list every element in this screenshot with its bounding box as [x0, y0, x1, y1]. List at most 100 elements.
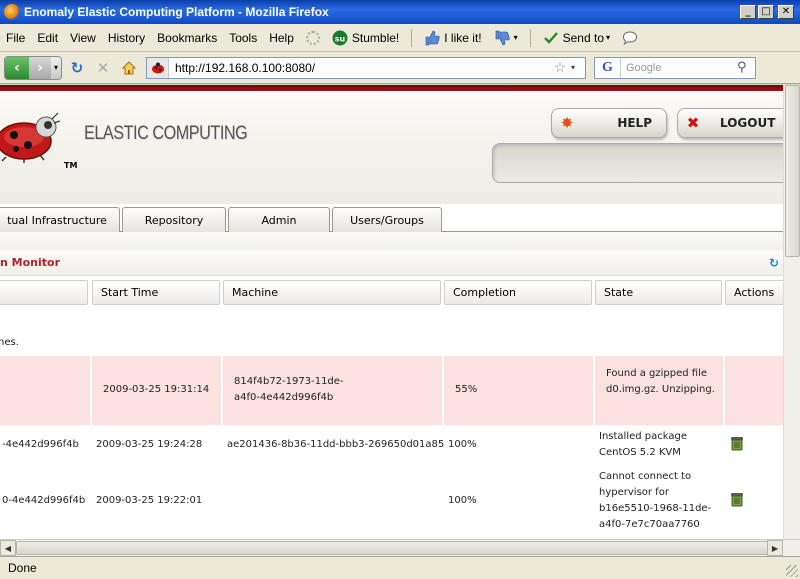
tab-virtual-infrastructure[interactable]: tual Infrastructure	[0, 207, 120, 232]
row-start-time: 2009-03-25 19:24:28	[96, 439, 203, 450]
logout-x-icon: ✖	[686, 114, 700, 132]
horizontal-scrollbar[interactable]: ◀ ▶	[0, 539, 800, 556]
navigation-toolbar: ‹ › ▾ ↻ ✕ http://192.168.0.100:8080/ ☆ ▾…	[0, 52, 800, 84]
row-machine: 814f4b72-1973-11de-a4f0-4e442d996f4b	[234, 376, 344, 403]
row-start-time: 2009-03-25 19:22:01	[96, 495, 203, 506]
send-to-icon	[543, 31, 558, 44]
back-arrow-icon: ‹	[14, 59, 20, 76]
site-favicon-icon	[147, 57, 169, 78]
url-bar[interactable]: http://192.168.0.100:8080/ ☆ ▾	[146, 56, 586, 79]
tab-users-groups[interactable]: Users/Groups	[332, 207, 442, 232]
status-bar: Done	[0, 556, 800, 579]
url-text[interactable]: http://192.168.0.100:8080/	[169, 61, 549, 75]
menu-edit[interactable]: Edit	[31, 31, 64, 45]
stop-icon[interactable]: ✕	[92, 57, 114, 79]
url-dropdown-icon[interactable]: ▾	[571, 63, 585, 72]
toolbar-separator	[411, 28, 413, 47]
row-start-time: 2009-03-25 19:31:14	[103, 384, 210, 395]
row-completion: 55%	[455, 384, 478, 395]
table-row[interactable]: 2009-03-25 19:31:14 814f4b72-1973-11de-a…	[0, 356, 783, 425]
menu-file[interactable]: File	[0, 31, 31, 45]
tab-repository[interactable]: Repository	[122, 207, 226, 232]
svg-text:su: su	[335, 34, 346, 43]
bookmark-star-icon[interactable]: ☆	[549, 59, 571, 76]
section-header: n Monitor ↻	[0, 250, 783, 276]
section-title: n Monitor	[0, 256, 61, 269]
firefox-icon	[4, 4, 20, 20]
vertical-scrollbar[interactable]	[783, 85, 800, 539]
window-title: Enomaly Elastic Computing Platform - Moz…	[24, 5, 329, 19]
menu-tools[interactable]: Tools	[223, 31, 263, 45]
logout-button[interactable]: ✖ LOGOUT	[677, 108, 783, 138]
tab-bar: tual Infrastructure Repository Admin Use…	[0, 207, 783, 232]
delete-trash-icon[interactable]	[729, 435, 745, 451]
row-machine: ae201436-8b36-11dd-bbb3-269650d01a85	[227, 439, 445, 450]
stumble-button[interactable]: su Stumble!	[326, 30, 405, 46]
close-button[interactable]: ✕	[778, 5, 794, 19]
row-id: 0-4e442d996f4b	[2, 495, 86, 506]
column-header-state[interactable]: State	[595, 280, 722, 305]
maximize-button[interactable]: □	[758, 5, 774, 19]
throbber-icon	[305, 30, 320, 45]
brand-title: ELASTIC COMPUTING	[84, 123, 248, 144]
help-button[interactable]: ✸ HELP	[551, 108, 667, 138]
search-bar[interactable]: G Google ⚲	[594, 56, 756, 79]
menu-help[interactable]: Help	[263, 31, 300, 45]
minimize-button[interactable]: _	[740, 5, 756, 19]
back-button[interactable]: ‹	[5, 56, 29, 79]
ladybug-logo-icon	[0, 112, 60, 163]
column-header-id[interactable]	[0, 280, 88, 305]
logout-label: LOGOUT	[720, 116, 776, 130]
refresh-icon[interactable]: ↻	[769, 256, 781, 270]
table-row[interactable]: -4e442d996f4b 2009-03-25 19:24:28 ae2014…	[0, 429, 783, 469]
table-row[interactable]: 0-4e442d996f4b 2009-03-25 19:22:01 100% …	[0, 469, 783, 539]
back-forward-group: ‹ › ▾	[4, 55, 62, 80]
horizontal-scroll-thumb[interactable]	[16, 541, 778, 555]
row-divider	[221, 356, 223, 425]
resize-grip-icon[interactable]	[786, 565, 798, 577]
scroll-left-icon[interactable]: ◀	[0, 540, 16, 556]
reload-icon[interactable]: ↻	[66, 57, 88, 79]
thumbs-down-icon	[495, 30, 510, 45]
column-header-machine[interactable]: Machine	[223, 280, 441, 305]
window-titlebar: Enomaly Elastic Computing Platform - Moz…	[0, 0, 800, 24]
delete-trash-icon[interactable]	[729, 491, 745, 507]
column-header-actions[interactable]: Actions	[725, 280, 783, 305]
google-engine-icon[interactable]: G	[595, 57, 621, 78]
home-icon[interactable]	[118, 57, 140, 79]
row-divider	[593, 356, 595, 425]
vertical-scroll-thumb[interactable]	[785, 85, 800, 257]
row-divider	[442, 356, 444, 425]
help-label: HELP	[617, 116, 652, 130]
history-dropdown-icon[interactable]: ▾	[51, 63, 61, 72]
trademark-label: TM	[64, 161, 78, 170]
header-panel	[492, 143, 783, 183]
menu-bookmarks[interactable]: Bookmarks	[151, 31, 223, 45]
scroll-right-icon[interactable]: ▶	[767, 540, 783, 556]
stumble-label: Stumble!	[351, 30, 400, 45]
table-message: hes.	[0, 337, 19, 348]
status-text: Done	[8, 561, 37, 575]
search-icon[interactable]: ⚲	[737, 60, 755, 75]
toolbar-separator	[529, 28, 531, 47]
send-to-dropdown-icon: ▾	[606, 33, 611, 42]
menu-bar: File Edit View History Bookmarks Tools H…	[0, 24, 800, 52]
row-state: Cannot connect to hypervisor for b16e551…	[599, 471, 712, 530]
forward-button[interactable]: ›	[29, 56, 51, 79]
tab-admin[interactable]: Admin	[228, 207, 330, 232]
thumbs-up-icon	[425, 30, 440, 45]
row-id: -4e442d996f4b	[2, 439, 79, 450]
forward-arrow-icon: ›	[37, 59, 43, 76]
menu-history[interactable]: History	[102, 31, 151, 45]
send-to-button[interactable]: Send to ▾	[537, 30, 616, 46]
column-header-completion[interactable]: Completion	[444, 280, 592, 305]
comment-button[interactable]	[616, 30, 648, 46]
row-completion: 100%	[448, 439, 477, 450]
dislike-button[interactable]: ▾	[488, 30, 524, 46]
column-header-start-time[interactable]: Start Time	[92, 280, 220, 305]
like-button[interactable]: I like it!	[418, 30, 487, 46]
menu-view[interactable]: View	[64, 31, 102, 45]
row-completion: 100%	[448, 495, 477, 506]
search-input[interactable]: Google	[621, 62, 737, 74]
row-state: Found a gzipped file d0.img.gz. Unzippin…	[606, 368, 715, 395]
